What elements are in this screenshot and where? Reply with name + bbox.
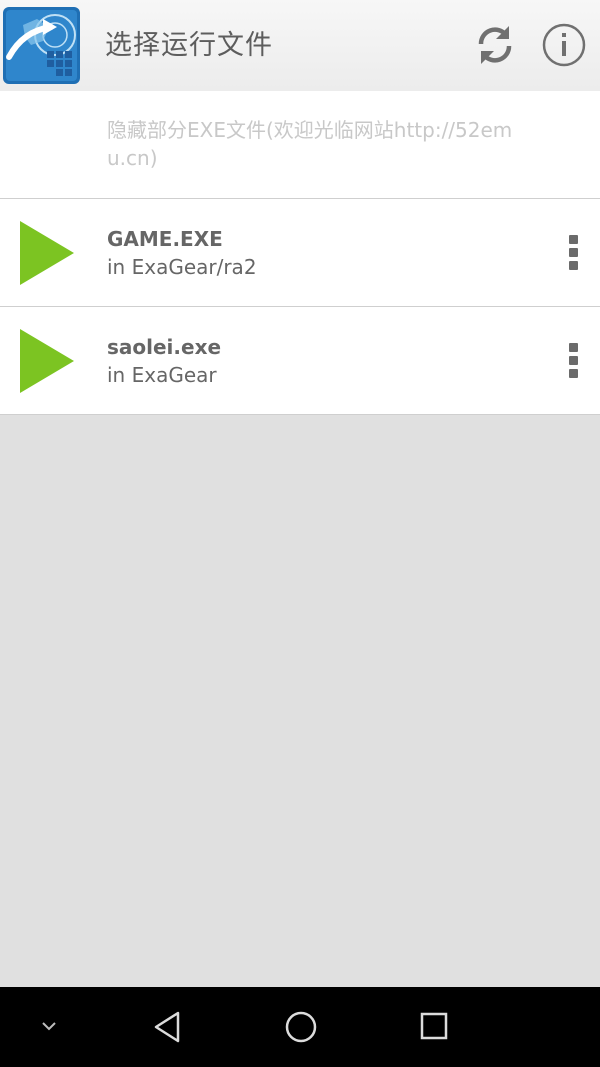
play-icon bbox=[20, 329, 74, 393]
file-name: saolei.exe bbox=[107, 335, 222, 359]
hidden-files-notice: 隐藏部分EXE文件(欢迎光临网站http://52emu.cn) bbox=[0, 91, 600, 199]
file-location: in ExaGear bbox=[107, 363, 217, 387]
chevron-down-icon[interactable] bbox=[38, 1015, 60, 1037]
file-location: in ExaGear/ra2 bbox=[107, 255, 257, 279]
home-icon[interactable] bbox=[283, 1009, 319, 1045]
recents-icon[interactable] bbox=[418, 1010, 450, 1042]
back-icon[interactable] bbox=[150, 1009, 186, 1045]
play-icon bbox=[20, 221, 74, 285]
system-nav-bar bbox=[0, 987, 600, 1067]
more-options-icon[interactable] bbox=[558, 233, 590, 273]
exagear-app-icon bbox=[3, 7, 80, 84]
refresh-icon[interactable] bbox=[472, 22, 518, 68]
file-row[interactable]: saolei.exe in ExaGear bbox=[0, 307, 600, 415]
page-title: 选择运行文件 bbox=[105, 30, 273, 61]
app-bar: 选择运行文件 bbox=[0, 0, 600, 91]
more-options-icon[interactable] bbox=[558, 341, 590, 381]
info-icon[interactable] bbox=[541, 22, 587, 68]
file-row[interactable]: GAME.EXE in ExaGear/ra2 bbox=[0, 199, 600, 307]
file-name: GAME.EXE bbox=[107, 227, 223, 251]
notice-text: 隐藏部分EXE文件(欢迎光临网站http://52emu.cn) bbox=[107, 118, 513, 170]
